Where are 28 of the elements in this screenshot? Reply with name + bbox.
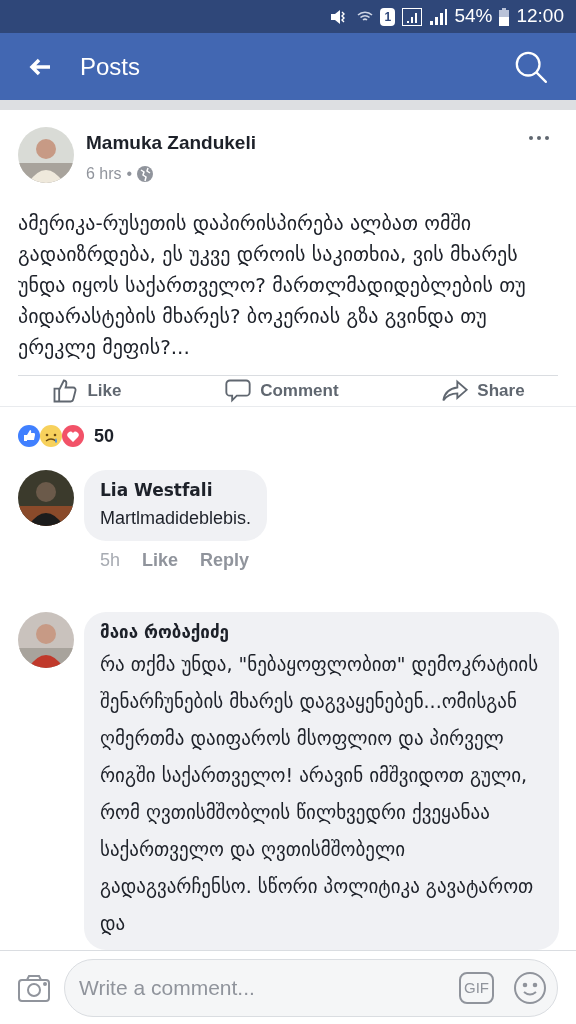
reactions-icon [18,424,84,449]
comment-text: რა თქმა უნდა, "ნებაყოფლობით" დემოკრატიის შენარჩუნების მხარეს დაგვაყენებენ...ომისგან ღმერთმა დაიფაროს მსოფლიო და პირველ რიგში საქართველო! არავინ იმშვიდოთ გული, რომ ღვთისმშობლის წილხვედრი ქვეყანაა საქართველო და ღვთისმშობელი გადაგვარჩენსო. სწორი პოლიტიკა გავატაროთ და [100,652,540,937]
author-name[interactable]: Mamuka Zandukeli [86,129,256,158]
post-action-button[interactable]: Like [51,376,122,405]
signal-bars-icon [429,7,448,26]
comment-action-link[interactable]: Like [142,547,179,575]
signal-icon [402,7,423,26]
post-action-button[interactable]: Share [441,376,525,405]
globe-icon [137,165,154,182]
post-action-button[interactable]: Comment [224,376,339,405]
smiley-icon[interactable] [514,971,546,1004]
camera-icon[interactable] [18,973,50,1002]
more-options-icon[interactable] [528,135,550,141]
comment-time: 5h [100,549,121,573]
comment-text: Martlmadideblebis. [100,507,252,531]
reaction-count[interactable]: 50 [94,423,115,450]
sim-icon: 1 [380,7,396,26]
comment-action-link[interactable]: Reply [200,547,250,575]
post-text: ამერიკა-რუსეთის დაპირისპირება ალბათ ომში გადაიზრდება, ეს უკვე დროის საკითხია, ვის მხარეს უნდა იყოს საქართველო? მართლმადიდებლების თუ პიდარასტების მხარეს? ბოკერიას გზა გვინდა თუ ერეკლე მეფის?... [17,209,527,361]
post-time: 6 hrs [86,163,122,184]
comment-author[interactable]: მაია რობაქიძე [100,620,543,646]
comment-author[interactable]: Lia Westfali [100,478,252,504]
clock-time: 12:00 [516,4,564,29]
battery-icon [499,7,510,26]
separator-dot: • [126,163,133,184]
battery-percent: 54% [454,4,493,29]
header-title: Posts [80,51,141,82]
search-icon[interactable] [514,49,548,84]
